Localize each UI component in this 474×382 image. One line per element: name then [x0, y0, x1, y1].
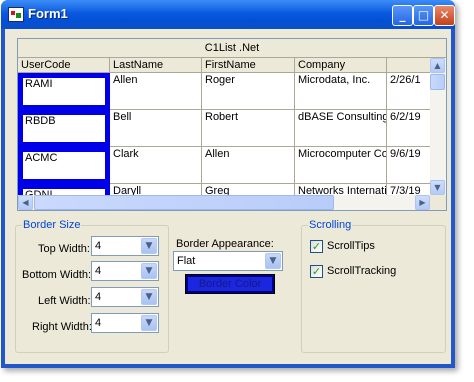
scrolltips-label[interactable]: ScrollTips	[327, 240, 375, 252]
border-appearance-combo[interactable]: Flat ▼	[173, 251, 283, 271]
cell-date[interactable]: 6/2/19	[387, 110, 430, 147]
scroll-left-icon[interactable]: ◀	[18, 195, 33, 210]
dropdown-arrow-icon[interactable]: ▼	[141, 238, 157, 254]
bottom-width-value: 4	[95, 265, 102, 277]
cell-date[interactable]: 9/6/19	[387, 147, 430, 184]
right-width-combo[interactable]: 4 ▼	[91, 313, 159, 333]
cell-firstname[interactable]: Allen	[202, 147, 295, 184]
vertical-scroll-thumb[interactable]	[430, 74, 445, 90]
top-width-label: Top Width:	[38, 243, 90, 255]
scrolling-legend: Scrolling	[308, 219, 353, 231]
column-header-lastname[interactable]: LastName	[110, 58, 202, 72]
grid-caption: C1List .Net	[18, 39, 446, 58]
cell-date[interactable]: 7/3/19	[387, 184, 430, 195]
scroll-up-icon[interactable]: ▲	[430, 58, 445, 73]
cell-firstname[interactable]: Roger	[202, 73, 295, 110]
cell-firstname[interactable]: Greg	[202, 184, 295, 195]
column-header-firstname[interactable]: FirstName	[202, 58, 295, 72]
left-width-value: 4	[95, 291, 102, 303]
border-size-legend: Border Size	[22, 219, 82, 231]
table-row[interactable]: RBDB Bell Robert dBASE Consulting 6/2/19	[18, 110, 430, 147]
cell-usercode[interactable]: ACMC	[18, 147, 110, 184]
table-row[interactable]: ACMC Clark Allen Microcomputer Co 9/6/19	[18, 147, 430, 184]
top-width-value: 4	[95, 240, 102, 252]
left-width-combo[interactable]: 4 ▼	[91, 287, 159, 307]
column-header-company[interactable]: Company	[295, 58, 387, 72]
cell-lastname[interactable]: Allen	[110, 73, 202, 110]
left-width-label: Left Width:	[38, 295, 91, 307]
border-appearance-label: Border Appearance:	[176, 238, 274, 250]
cell-usercode[interactable]: RAMI	[18, 73, 110, 110]
dropdown-arrow-icon[interactable]: ▼	[141, 263, 157, 279]
dropdown-arrow-icon[interactable]: ▼	[265, 253, 281, 269]
scroll-down-icon[interactable]: ▼	[430, 180, 445, 195]
table-row[interactable]: RAMI Allen Roger Microdata, Inc. 2/26/1	[18, 73, 430, 110]
cell-lastname[interactable]: Clark	[110, 147, 202, 184]
c1list-grid[interactable]: C1List .Net UserCode LastName FirstName …	[17, 38, 447, 211]
maximize-button[interactable]: □	[413, 5, 434, 26]
minimize-button[interactable]: _	[392, 5, 413, 26]
border-appearance-value: Flat	[177, 255, 196, 267]
title-bar[interactable]: Form1 _ □ ✕	[1, 0, 455, 29]
border-color-button[interactable]: Border Color	[185, 274, 275, 294]
cell-company[interactable]: Microdata, Inc.	[295, 73, 387, 110]
dropdown-arrow-icon[interactable]: ▼	[141, 315, 157, 331]
horizontal-scrollbar[interactable]: ◀ ▶	[18, 195, 430, 210]
window-title: Form1	[28, 6, 68, 21]
cell-lastname[interactable]: Daryll	[110, 184, 202, 195]
scrolltracking-label[interactable]: ScrollTracking	[327, 265, 396, 277]
right-width-value: 4	[95, 317, 102, 329]
scroll-right-icon[interactable]: ▶	[415, 195, 430, 210]
cell-firstname[interactable]: Robert	[202, 110, 295, 147]
cell-company[interactable]: dBASE Consulting	[295, 110, 387, 147]
cell-date[interactable]: 2/26/1	[387, 73, 430, 110]
cell-lastname[interactable]: Bell	[110, 110, 202, 147]
top-width-combo[interactable]: 4 ▼	[91, 236, 159, 256]
scrolltips-checkbox[interactable]: ✓	[310, 240, 323, 253]
bottom-width-label: Bottom Width:	[22, 269, 92, 281]
cell-usercode[interactable]: RBDB	[18, 110, 110, 147]
grid-header: UserCode LastName FirstName Company	[18, 58, 430, 73]
dropdown-arrow-icon[interactable]: ▼	[141, 289, 157, 305]
right-width-label: Right Width:	[32, 321, 92, 333]
scrollbar-corner	[430, 195, 446, 210]
grid-body: RAMI Allen Roger Microdata, Inc. 2/26/1 …	[18, 73, 430, 195]
horizontal-scroll-thumb[interactable]	[34, 195, 334, 210]
column-header-usercode[interactable]: UserCode	[18, 58, 110, 72]
table-row[interactable]: GDNI Daryll Greg Networks Internati 7/3/…	[18, 184, 430, 195]
cell-company[interactable]: Microcomputer Co	[295, 147, 387, 184]
form1-window: Form1 _ □ ✕ C1List .Net UserCode LastNam…	[1, 0, 455, 368]
cell-usercode[interactable]: GDNI	[18, 184, 110, 195]
form-client-area: C1List .Net UserCode LastName FirstName …	[5, 29, 451, 364]
bottom-width-combo[interactable]: 4 ▼	[91, 261, 159, 281]
close-button[interactable]: ✕	[434, 5, 455, 26]
cell-company[interactable]: Networks Internati	[295, 184, 387, 195]
app-icon[interactable]	[8, 7, 24, 22]
scrolltracking-checkbox[interactable]: ✓	[310, 265, 323, 278]
vertical-scrollbar[interactable]: ▲ ▼	[430, 58, 446, 195]
